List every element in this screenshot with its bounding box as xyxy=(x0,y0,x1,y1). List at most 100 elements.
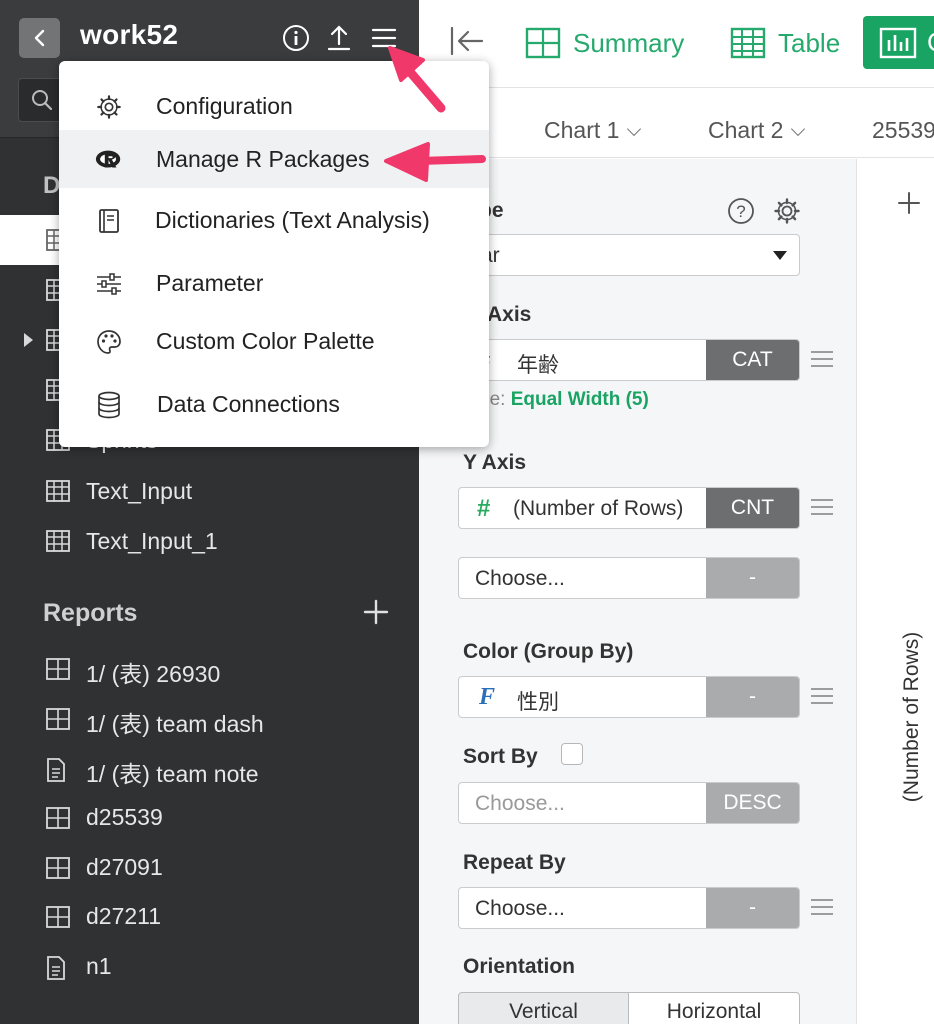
y-axis-2-button[interactable]: - xyxy=(706,558,799,598)
drag-handle-icon[interactable] xyxy=(811,688,833,706)
menu-item-custom-color-palette[interactable]: Custom Color Palette xyxy=(59,312,489,370)
repeat-button[interactable]: - xyxy=(706,888,799,928)
chart-type-select[interactable]: ar xyxy=(458,234,800,276)
menu-item-label: Manage R Packages xyxy=(156,146,370,172)
y-axis-cnt-button[interactable]: CNT xyxy=(706,488,799,528)
table-icon xyxy=(46,530,70,552)
report-label: 1/ (表) team dash xyxy=(86,711,264,737)
info-button[interactable] xyxy=(280,22,312,54)
chart-tab-label: 25539 xyxy=(872,117,934,143)
menu-item-dictionaries[interactable]: Dictionaries (Text Analysis) xyxy=(59,191,489,249)
repeat-title: Repeat By xyxy=(463,851,566,874)
orientation-horizontal-button[interactable]: Horizontal xyxy=(628,992,800,1024)
sort-desc-button[interactable]: DESC xyxy=(706,783,799,823)
main-menu-dropdown: Configuration Manage R Packages Dictiona… xyxy=(59,61,489,447)
orientation-vertical-button[interactable]: Vertical xyxy=(458,992,629,1024)
sort-checkbox[interactable] xyxy=(561,743,583,765)
dataset-item[interactable]: Text_Input_1 xyxy=(0,516,419,566)
project-title: work52 xyxy=(80,19,179,50)
menu-item-label: Configuration xyxy=(156,93,293,119)
chevron-left-icon xyxy=(34,29,44,47)
hamburger-menu-button[interactable] xyxy=(368,22,400,54)
y-axis-field[interactable]: # (Number of Rows) CNT xyxy=(458,487,800,529)
y-axis-2-field[interactable]: Choose... - xyxy=(458,557,800,599)
report-item[interactable]: 1/ (表) 26930 xyxy=(0,644,419,694)
menu-item-manage-r-packages[interactable]: Manage R Packages xyxy=(59,130,489,188)
dataset-label: Text_Input xyxy=(86,478,193,504)
tab-chart[interactable]: C xyxy=(863,16,934,69)
table-grid-icon xyxy=(730,27,766,59)
table-icon xyxy=(46,480,70,502)
report-item[interactable]: n1 xyxy=(0,942,419,992)
svg-text:?: ? xyxy=(736,202,745,221)
back-button[interactable] xyxy=(19,18,60,58)
search-icon xyxy=(32,90,53,111)
color-button[interactable]: - xyxy=(706,677,799,717)
y-axis-2-placeholder: Choose... xyxy=(475,567,565,590)
report-item[interactable]: d27091 xyxy=(0,843,419,893)
view-toolbar: Summary Table C xyxy=(419,0,934,88)
hamburger-icon xyxy=(371,28,397,48)
collapse-sidebar-icon[interactable] xyxy=(449,26,485,56)
menu-item-data-connections[interactable]: Data Connections xyxy=(59,375,489,433)
dashboard-icon xyxy=(46,807,70,829)
note-icon xyxy=(47,758,65,782)
dropdown-caret-icon xyxy=(773,251,787,260)
dashboard-icon xyxy=(46,658,70,680)
numeric-hash-icon: # xyxy=(477,495,491,522)
book-icon xyxy=(99,209,119,233)
help-icon[interactable]: ? xyxy=(727,197,755,225)
dataset-item[interactable]: Text_Input xyxy=(0,466,419,516)
x-axis-title: Axis xyxy=(487,303,532,326)
x-axis-cat-button[interactable]: CAT xyxy=(706,340,799,380)
add-report-icon[interactable] xyxy=(362,598,390,626)
chart-canvas xyxy=(857,159,934,1024)
subtype-value[interactable]: Equal Width (5) xyxy=(511,389,649,410)
tab-table-label: Table xyxy=(778,27,841,58)
chart-tab[interactable]: Chart 2 xyxy=(708,117,806,144)
chevron-down-icon xyxy=(627,121,642,137)
add-chart-icon[interactable] xyxy=(897,191,921,215)
drag-handle-icon[interactable] xyxy=(811,899,833,917)
tab-summary[interactable]: Summary xyxy=(525,18,684,68)
dataset-label: Text_Input_1 xyxy=(86,528,218,554)
dashboard-icon xyxy=(46,708,70,730)
upload-icon xyxy=(327,25,351,51)
repeat-field[interactable]: Choose... - xyxy=(458,887,800,929)
report-label: 1/ (表) team note xyxy=(86,761,259,787)
menu-item-label: Dictionaries (Text Analysis) xyxy=(155,207,430,233)
chart-tab[interactable]: 25539 xyxy=(872,117,934,144)
note-icon xyxy=(47,956,65,980)
menu-item-configuration[interactable]: Configuration xyxy=(59,77,489,135)
menu-item-label: Parameter xyxy=(156,270,264,296)
sort-placeholder: Choose... xyxy=(475,792,565,815)
data-section-title: D xyxy=(43,172,61,199)
menu-item-label: Data Connections xyxy=(157,391,340,417)
expand-caret-icon[interactable] xyxy=(24,333,33,347)
color-field[interactable]: F 性別 - xyxy=(458,676,800,718)
info-icon xyxy=(283,25,309,51)
report-item[interactable]: 1/ (表) team note xyxy=(0,744,419,794)
upload-button[interactable] xyxy=(323,22,355,54)
report-item[interactable]: 1/ (表) team dash xyxy=(0,694,419,744)
repeat-placeholder: Choose... xyxy=(475,897,565,920)
chart-tab-label: Chart 1 xyxy=(544,117,620,143)
drag-handle-icon[interactable] xyxy=(811,351,833,369)
color-field-name: 性別 xyxy=(517,691,559,714)
tab-chart-label: C xyxy=(927,27,934,58)
chart-tab-label: Chart 2 xyxy=(708,117,784,143)
x-axis-field[interactable]: # 年齢 CAT xyxy=(458,339,800,381)
report-item[interactable]: d27211 xyxy=(0,892,419,942)
report-item[interactable]: d25539 xyxy=(0,793,419,843)
sort-field[interactable]: Choose... DESC xyxy=(458,782,800,824)
report-label: d27091 xyxy=(86,854,163,880)
chart-tab[interactable]: Chart 1 xyxy=(544,117,642,144)
reports-section-title: Reports xyxy=(43,599,138,627)
x-axis-subtype: pe: Equal Width (5) xyxy=(479,389,649,411)
report-label: n1 xyxy=(86,953,112,979)
tab-summary-label: Summary xyxy=(573,27,685,58)
menu-item-parameter[interactable]: Parameter xyxy=(59,254,489,312)
tab-table[interactable]: Table xyxy=(730,18,840,68)
drag-handle-icon[interactable] xyxy=(811,499,833,517)
gear-icon[interactable] xyxy=(773,197,801,225)
